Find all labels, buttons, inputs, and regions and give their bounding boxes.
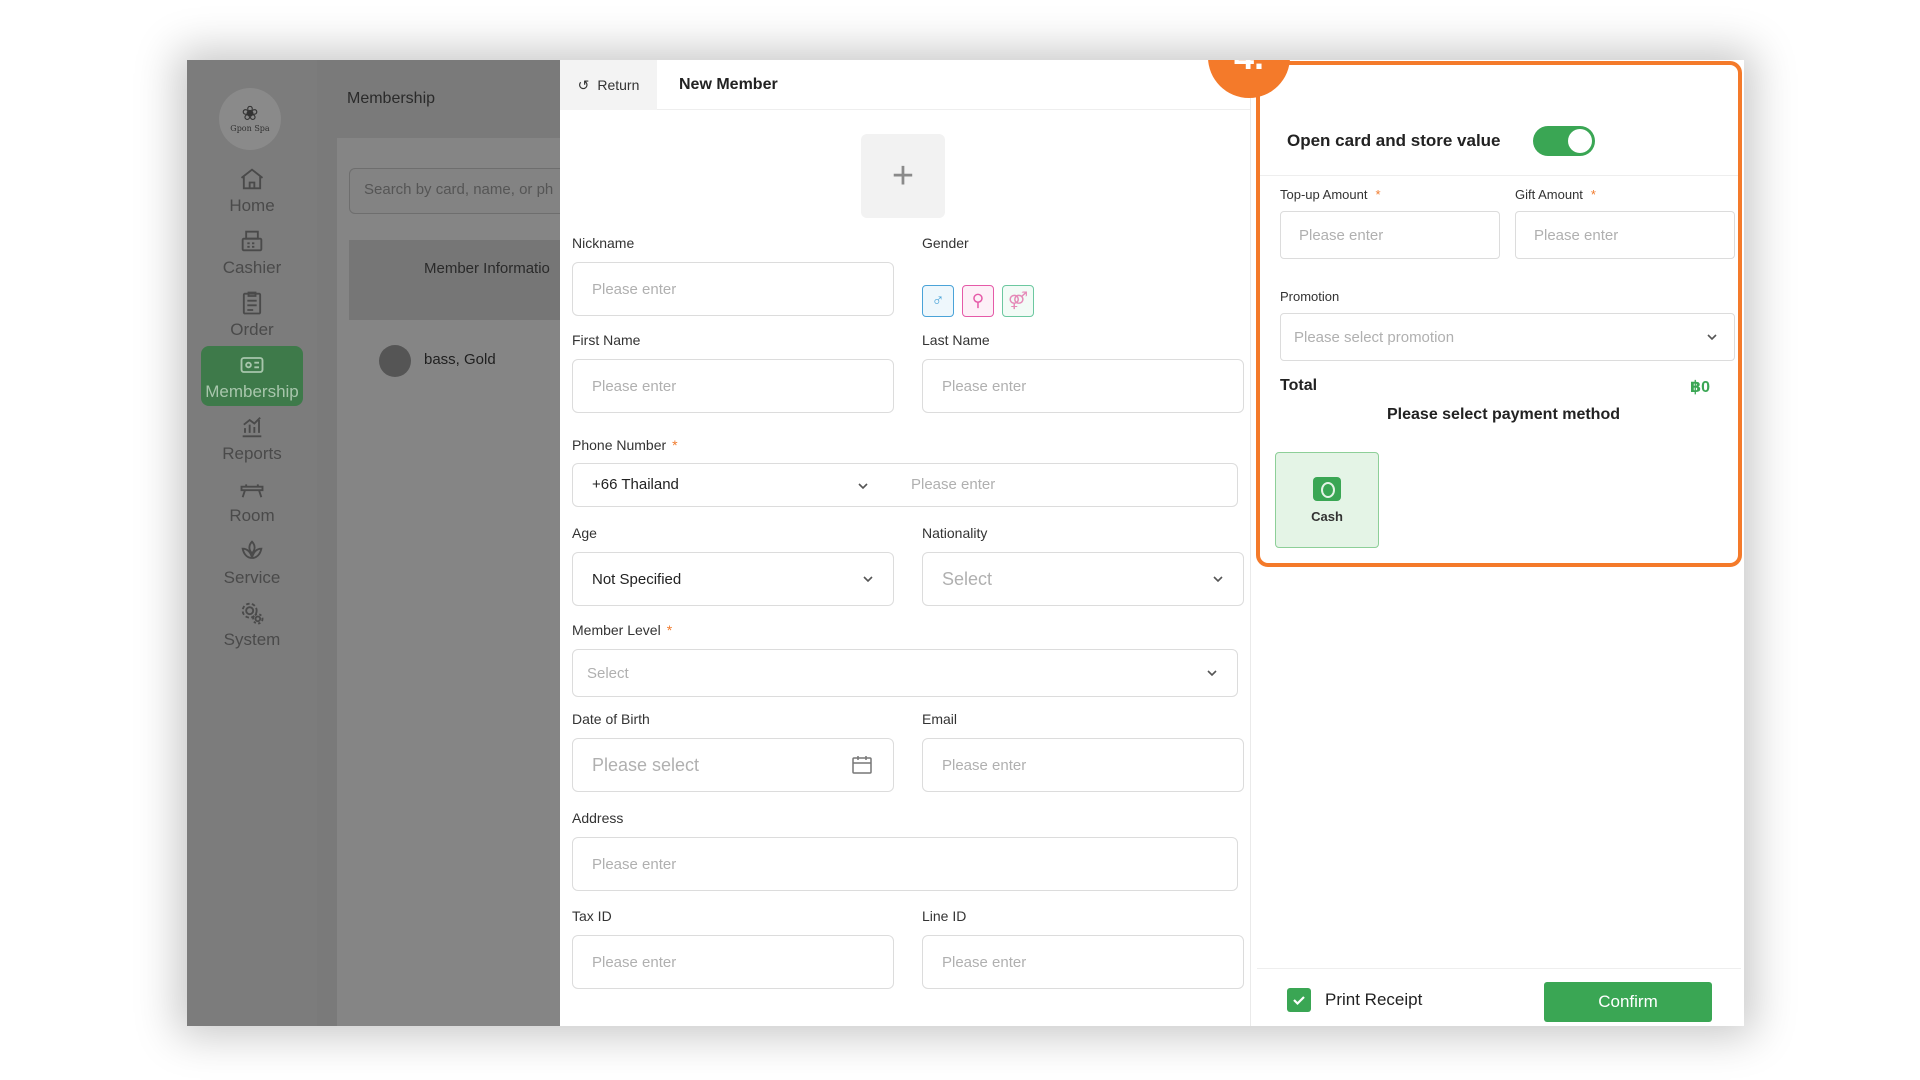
phone-field: +66 Thailand Please enter [572,463,1238,507]
tax-id-input[interactable]: Please enter [572,935,894,989]
reports-icon [242,416,262,437]
form-header: ↺ Return New Member [560,60,1250,110]
check-icon [1293,996,1305,1006]
order-icon [242,291,262,314]
line-id-input[interactable]: Please enter [922,935,1244,989]
nationality-placeholder: Select [942,568,993,589]
member-name: bass, Gold [424,351,496,368]
chevron-down-icon [1213,576,1223,583]
sidebar-item-label: Reports [222,443,282,463]
form-title: New Member [679,76,778,93]
chevron-down-icon [858,483,868,490]
phone-input[interactable]: Please enter [911,476,995,493]
home-icon [240,167,264,189]
sidebar-item-reports[interactable]: Reports [201,408,303,468]
sidebar-item-label: Order [230,319,274,339]
age-value: Not Specified [592,570,682,588]
required-mark: * [672,437,678,453]
member-level-label-text: Member Level [572,622,661,638]
confirm-button[interactable]: Confirm [1544,982,1712,1022]
return-arrow-icon: ↺ [577,76,590,93]
membership-icon [240,356,264,373]
address-label: Address [572,810,624,826]
avatar [379,345,411,377]
nickname-input[interactable]: Please enter [572,262,894,316]
first-name-label: First Name [572,332,641,348]
return-button[interactable]: ↺ Return [560,60,657,110]
search-input[interactable]: Search by card, name, or ph [349,168,569,214]
cashier-icon [241,230,263,251]
phone-label-text: Phone Number [572,437,667,453]
print-receipt-label: Print Receipt [1325,990,1423,1009]
nationality-label: Nationality [922,525,988,541]
sidebar-item-room[interactable]: Room [201,470,303,530]
first-name-input[interactable]: Please enter [572,359,894,413]
logo-text: Gpon Spa [230,124,270,133]
room-icon [240,483,264,497]
member-level-label: Member Level * [572,622,672,638]
required-mark: * [666,622,673,638]
brand-logo: ❀ Gpon Spa [219,88,281,150]
chevron-down-icon [1207,670,1217,677]
calendar-icon [852,756,872,774]
dob-label: Date of Birth [572,711,650,727]
email-label: Email [922,711,958,727]
service-icon [241,539,263,559]
sidebar-item-label: Membership [205,381,299,401]
page-title: Membership [347,90,436,107]
last-name-label: Last Name [922,332,990,348]
app-window: ❀ Gpon Spa Home Cashier Order Membership… [187,60,1744,1026]
sidebar-item-label: Cashier [222,257,282,277]
gender-male-button[interactable]: ♂ [922,285,954,317]
system-icon [241,602,264,624]
sidebar-item-label: Home [229,195,275,215]
column-header-member-info: Member Informatio [424,260,550,277]
sidebar-item-label: Room [229,505,275,525]
member-level-select[interactable]: Select [572,649,1238,697]
sidebar-item-home[interactable]: Home [201,160,303,220]
age-select[interactable]: Not Specified [572,552,894,606]
nickname-label: Nickname [572,235,635,251]
step-highlight-box [1256,61,1742,567]
sidebar-item-label: System [223,629,281,649]
chevron-down-icon [863,576,873,583]
add-photo-button[interactable]: + [861,134,945,218]
gender-label: Gender [922,235,969,251]
country-code-select[interactable]: +66 Thailand [592,476,679,493]
email-input[interactable]: Please enter [922,738,1244,792]
sidebar: ❀ Gpon Spa Home Cashier Order Membership… [187,60,317,1026]
gender-other-button[interactable]: ⚤ [1002,285,1034,317]
phone-label: Phone Number * [572,437,678,453]
dob-picker[interactable]: Please select [572,738,894,792]
lotus-icon: ❀ [241,103,259,125]
nationality-select[interactable]: Select [922,552,1244,606]
address-input[interactable]: Please enter [572,837,1238,891]
print-receipt-checkbox[interactable] [1287,988,1311,1012]
line-id-label: Line ID [922,908,967,924]
tax-id-label: Tax ID [572,908,612,924]
sidebar-item-cashier[interactable]: Cashier [201,222,303,282]
sidebar-item-service[interactable]: Service [201,532,303,592]
sidebar-item-membership[interactable]: Membership [201,346,303,406]
dob-placeholder: Please select [592,754,700,775]
sidebar-item-order[interactable]: Order [201,284,303,344]
last-name-input[interactable]: Please enter [922,359,1244,413]
return-label: Return [597,77,640,93]
sidebar-item-system[interactable]: System [201,594,303,654]
new-member-form: ↺ Return New Member + Nickname Please en… [560,60,1250,1026]
sidebar-item-label: Service [223,567,281,587]
member-level-placeholder: Select [587,664,629,682]
gender-female-button[interactable]: ⚲ [962,285,994,317]
age-label: Age [572,525,597,541]
divider [1257,968,1741,969]
